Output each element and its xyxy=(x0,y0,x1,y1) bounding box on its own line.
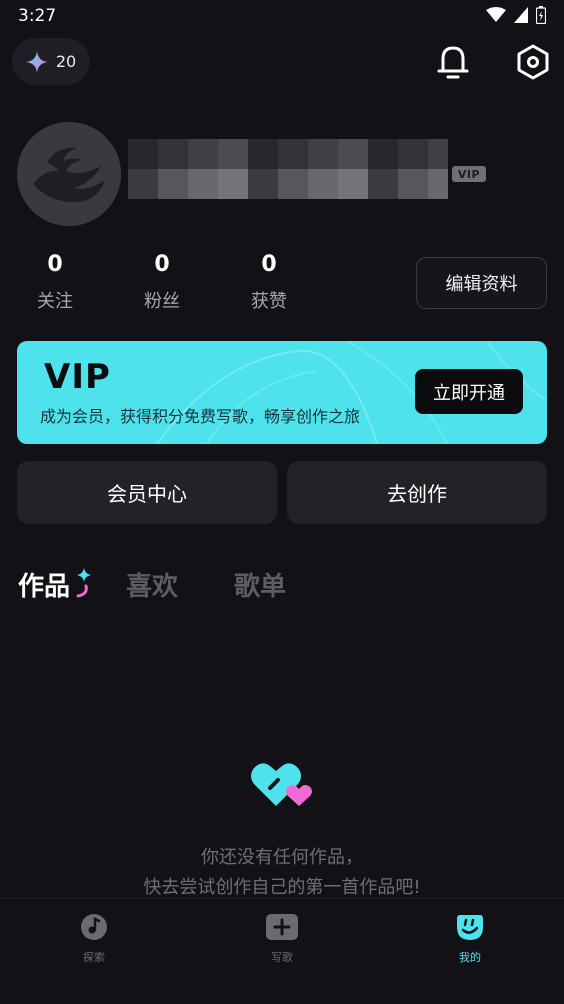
nav-write[interactable]: 写歌 xyxy=(242,913,322,965)
nav-me[interactable]: 我的 xyxy=(430,913,510,965)
tab-playlists[interactable]: 歌单 xyxy=(234,566,286,603)
stat-likes[interactable]: 0 获赞 xyxy=(229,252,309,313)
edit-profile-button[interactable]: 编辑资料 xyxy=(416,257,547,309)
stat-followers[interactable]: 0 粉丝 xyxy=(122,252,202,313)
battery-icon xyxy=(536,6,546,24)
write-plus-icon xyxy=(266,914,298,940)
create-button[interactable]: 去创作 xyxy=(287,461,547,524)
credits-pill[interactable]: 20 xyxy=(12,38,90,85)
settings-button[interactable] xyxy=(513,42,553,82)
tab-likes[interactable]: 喜欢 xyxy=(126,566,178,603)
nav-label: 探索 xyxy=(83,951,105,964)
wave-logo-icon xyxy=(17,122,121,226)
vip-tag: VIP xyxy=(452,166,486,182)
open-vip-button[interactable]: 立即开通 xyxy=(415,369,523,414)
empty-state-line1: 你还没有任何作品， xyxy=(201,847,363,868)
signal-icon xyxy=(514,7,528,23)
vip-banner-title: VIP xyxy=(44,357,111,397)
empty-hearts-icon xyxy=(251,763,312,806)
status-time: 3:27 xyxy=(18,6,57,26)
empty-state-text: 你还没有任何作品， 快去尝试创作自己的第一首作品吧! xyxy=(0,843,564,903)
wifi-icon xyxy=(486,7,506,22)
vip-banner[interactable]: VIP 成为会员，获得积分免费写歌，畅享创作之旅 立即开通 xyxy=(17,341,547,444)
stat-value: 0 xyxy=(154,252,170,277)
bottom-nav: 探索 写歌 我的 xyxy=(0,898,564,1004)
vip-banner-subtitle: 成为会员，获得积分免费写歌，畅享创作之旅 xyxy=(40,407,361,426)
blurred-username xyxy=(128,139,448,199)
stat-label: 获赞 xyxy=(251,291,287,312)
stat-label: 粉丝 xyxy=(144,291,180,312)
status-icons xyxy=(486,6,546,24)
explore-disc-icon xyxy=(81,914,107,940)
nav-explore[interactable]: 探索 xyxy=(54,913,134,965)
me-face-icon xyxy=(457,915,483,940)
nav-label: 我的 xyxy=(459,951,481,964)
credits-count: 20 xyxy=(55,52,77,71)
nav-label: 写歌 xyxy=(271,951,293,964)
stat-label: 关注 xyxy=(37,291,73,312)
stat-value: 0 xyxy=(261,252,277,277)
stat-value: 0 xyxy=(47,252,63,277)
stat-following[interactable]: 0 关注 xyxy=(15,252,95,313)
notification-button[interactable] xyxy=(433,42,473,82)
hexagon-settings-icon xyxy=(517,44,549,80)
tab-works[interactable]: 作品 xyxy=(18,566,70,603)
sparkle-icon xyxy=(25,50,48,73)
avatar[interactable] xyxy=(17,122,121,226)
member-center-button[interactable]: 会员中心 xyxy=(17,461,277,524)
tab-active-sparkle-icon xyxy=(76,568,91,598)
bell-icon xyxy=(437,46,469,79)
